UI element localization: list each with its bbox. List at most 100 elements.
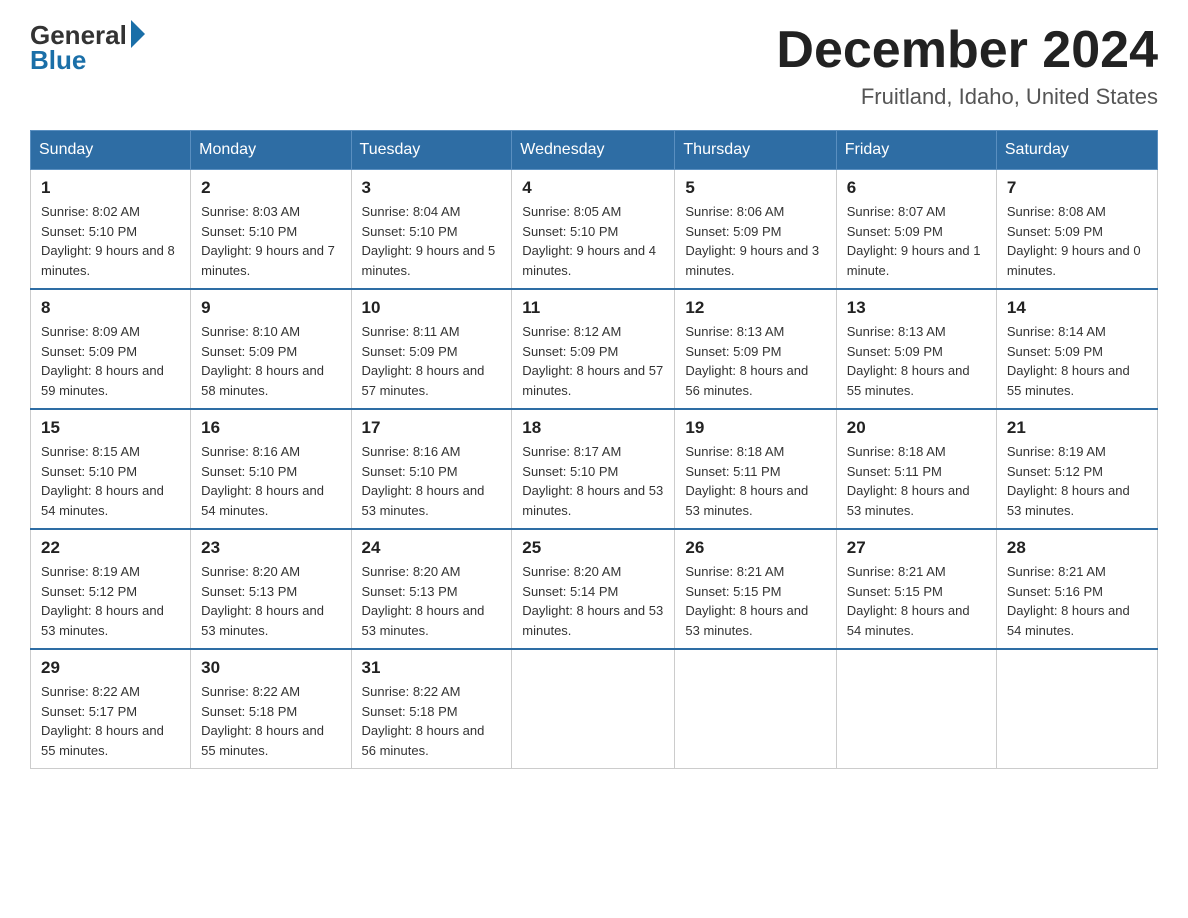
calendar-cell bbox=[512, 649, 675, 769]
calendar-cell: 12 Sunrise: 8:13 AMSunset: 5:09 PMDaylig… bbox=[675, 289, 836, 409]
column-header-tuesday: Tuesday bbox=[351, 131, 512, 170]
day-number: 27 bbox=[847, 538, 986, 558]
day-info: Sunrise: 8:15 AMSunset: 5:10 PMDaylight:… bbox=[41, 444, 164, 518]
title-section: December 2024 Fruitland, Idaho, United S… bbox=[776, 20, 1158, 110]
calendar-table: SundayMondayTuesdayWednesdayThursdayFrid… bbox=[30, 130, 1158, 769]
calendar-week-row: 22 Sunrise: 8:19 AMSunset: 5:12 PMDaylig… bbox=[31, 529, 1158, 649]
day-info: Sunrise: 8:04 AMSunset: 5:10 PMDaylight:… bbox=[362, 204, 496, 278]
calendar-cell bbox=[675, 649, 836, 769]
day-info: Sunrise: 8:06 AMSunset: 5:09 PMDaylight:… bbox=[685, 204, 819, 278]
day-info: Sunrise: 8:13 AMSunset: 5:09 PMDaylight:… bbox=[685, 324, 808, 398]
calendar-cell: 24 Sunrise: 8:20 AMSunset: 5:13 PMDaylig… bbox=[351, 529, 512, 649]
logo: General Blue bbox=[30, 20, 145, 76]
location-title: Fruitland, Idaho, United States bbox=[776, 84, 1158, 110]
day-info: Sunrise: 8:02 AMSunset: 5:10 PMDaylight:… bbox=[41, 204, 175, 278]
calendar-cell: 27 Sunrise: 8:21 AMSunset: 5:15 PMDaylig… bbox=[836, 529, 996, 649]
day-info: Sunrise: 8:07 AMSunset: 5:09 PMDaylight:… bbox=[847, 204, 981, 278]
day-info: Sunrise: 8:21 AMSunset: 5:15 PMDaylight:… bbox=[847, 564, 970, 638]
page-header: General Blue December 2024 Fruitland, Id… bbox=[30, 20, 1158, 110]
column-header-monday: Monday bbox=[191, 131, 351, 170]
day-info: Sunrise: 8:16 AMSunset: 5:10 PMDaylight:… bbox=[201, 444, 324, 518]
day-info: Sunrise: 8:21 AMSunset: 5:16 PMDaylight:… bbox=[1007, 564, 1130, 638]
day-number: 24 bbox=[362, 538, 502, 558]
day-number: 31 bbox=[362, 658, 502, 678]
calendar-cell: 29 Sunrise: 8:22 AMSunset: 5:17 PMDaylig… bbox=[31, 649, 191, 769]
calendar-cell: 11 Sunrise: 8:12 AMSunset: 5:09 PMDaylig… bbox=[512, 289, 675, 409]
calendar-cell: 1 Sunrise: 8:02 AMSunset: 5:10 PMDayligh… bbox=[31, 170, 191, 290]
logo-blue-text: Blue bbox=[30, 45, 86, 76]
day-number: 22 bbox=[41, 538, 180, 558]
calendar-cell: 22 Sunrise: 8:19 AMSunset: 5:12 PMDaylig… bbox=[31, 529, 191, 649]
day-info: Sunrise: 8:19 AMSunset: 5:12 PMDaylight:… bbox=[1007, 444, 1130, 518]
day-number: 4 bbox=[522, 178, 664, 198]
day-number: 26 bbox=[685, 538, 825, 558]
day-number: 14 bbox=[1007, 298, 1147, 318]
calendar-cell: 28 Sunrise: 8:21 AMSunset: 5:16 PMDaylig… bbox=[996, 529, 1157, 649]
calendar-cell: 25 Sunrise: 8:20 AMSunset: 5:14 PMDaylig… bbox=[512, 529, 675, 649]
calendar-cell: 9 Sunrise: 8:10 AMSunset: 5:09 PMDayligh… bbox=[191, 289, 351, 409]
calendar-cell: 7 Sunrise: 8:08 AMSunset: 5:09 PMDayligh… bbox=[996, 170, 1157, 290]
day-number: 3 bbox=[362, 178, 502, 198]
calendar-cell: 4 Sunrise: 8:05 AMSunset: 5:10 PMDayligh… bbox=[512, 170, 675, 290]
calendar-cell: 26 Sunrise: 8:21 AMSunset: 5:15 PMDaylig… bbox=[675, 529, 836, 649]
day-info: Sunrise: 8:19 AMSunset: 5:12 PMDaylight:… bbox=[41, 564, 164, 638]
day-info: Sunrise: 8:12 AMSunset: 5:09 PMDaylight:… bbox=[522, 324, 663, 398]
day-info: Sunrise: 8:22 AMSunset: 5:18 PMDaylight:… bbox=[201, 684, 324, 758]
day-info: Sunrise: 8:16 AMSunset: 5:10 PMDaylight:… bbox=[362, 444, 485, 518]
day-info: Sunrise: 8:20 AMSunset: 5:13 PMDaylight:… bbox=[201, 564, 324, 638]
calendar-cell: 19 Sunrise: 8:18 AMSunset: 5:11 PMDaylig… bbox=[675, 409, 836, 529]
day-number: 9 bbox=[201, 298, 340, 318]
day-info: Sunrise: 8:22 AMSunset: 5:17 PMDaylight:… bbox=[41, 684, 164, 758]
column-header-thursday: Thursday bbox=[675, 131, 836, 170]
day-info: Sunrise: 8:18 AMSunset: 5:11 PMDaylight:… bbox=[685, 444, 808, 518]
calendar-cell: 17 Sunrise: 8:16 AMSunset: 5:10 PMDaylig… bbox=[351, 409, 512, 529]
day-number: 8 bbox=[41, 298, 180, 318]
day-info: Sunrise: 8:03 AMSunset: 5:10 PMDaylight:… bbox=[201, 204, 335, 278]
day-number: 18 bbox=[522, 418, 664, 438]
calendar-cell: 8 Sunrise: 8:09 AMSunset: 5:09 PMDayligh… bbox=[31, 289, 191, 409]
column-header-friday: Friday bbox=[836, 131, 996, 170]
day-info: Sunrise: 8:22 AMSunset: 5:18 PMDaylight:… bbox=[362, 684, 485, 758]
day-number: 16 bbox=[201, 418, 340, 438]
calendar-cell bbox=[996, 649, 1157, 769]
day-number: 7 bbox=[1007, 178, 1147, 198]
calendar-cell: 16 Sunrise: 8:16 AMSunset: 5:10 PMDaylig… bbox=[191, 409, 351, 529]
day-number: 12 bbox=[685, 298, 825, 318]
logo-arrow-icon bbox=[131, 20, 145, 48]
month-title: December 2024 bbox=[776, 20, 1158, 80]
day-number: 10 bbox=[362, 298, 502, 318]
day-info: Sunrise: 8:11 AMSunset: 5:09 PMDaylight:… bbox=[362, 324, 485, 398]
day-info: Sunrise: 8:18 AMSunset: 5:11 PMDaylight:… bbox=[847, 444, 970, 518]
calendar-cell: 14 Sunrise: 8:14 AMSunset: 5:09 PMDaylig… bbox=[996, 289, 1157, 409]
day-info: Sunrise: 8:05 AMSunset: 5:10 PMDaylight:… bbox=[522, 204, 656, 278]
day-info: Sunrise: 8:09 AMSunset: 5:09 PMDaylight:… bbox=[41, 324, 164, 398]
column-header-sunday: Sunday bbox=[31, 131, 191, 170]
day-number: 13 bbox=[847, 298, 986, 318]
column-header-saturday: Saturday bbox=[996, 131, 1157, 170]
day-number: 17 bbox=[362, 418, 502, 438]
calendar-week-row: 29 Sunrise: 8:22 AMSunset: 5:17 PMDaylig… bbox=[31, 649, 1158, 769]
day-info: Sunrise: 8:17 AMSunset: 5:10 PMDaylight:… bbox=[522, 444, 663, 518]
day-info: Sunrise: 8:13 AMSunset: 5:09 PMDaylight:… bbox=[847, 324, 970, 398]
day-number: 25 bbox=[522, 538, 664, 558]
calendar-cell: 10 Sunrise: 8:11 AMSunset: 5:09 PMDaylig… bbox=[351, 289, 512, 409]
day-number: 23 bbox=[201, 538, 340, 558]
calendar-cell: 30 Sunrise: 8:22 AMSunset: 5:18 PMDaylig… bbox=[191, 649, 351, 769]
calendar-cell bbox=[836, 649, 996, 769]
day-number: 21 bbox=[1007, 418, 1147, 438]
calendar-cell: 3 Sunrise: 8:04 AMSunset: 5:10 PMDayligh… bbox=[351, 170, 512, 290]
day-number: 2 bbox=[201, 178, 340, 198]
day-number: 1 bbox=[41, 178, 180, 198]
day-number: 30 bbox=[201, 658, 340, 678]
calendar-header-row: SundayMondayTuesdayWednesdayThursdayFrid… bbox=[31, 131, 1158, 170]
day-info: Sunrise: 8:10 AMSunset: 5:09 PMDaylight:… bbox=[201, 324, 324, 398]
calendar-week-row: 15 Sunrise: 8:15 AMSunset: 5:10 PMDaylig… bbox=[31, 409, 1158, 529]
calendar-cell: 15 Sunrise: 8:15 AMSunset: 5:10 PMDaylig… bbox=[31, 409, 191, 529]
calendar-cell: 21 Sunrise: 8:19 AMSunset: 5:12 PMDaylig… bbox=[996, 409, 1157, 529]
day-number: 20 bbox=[847, 418, 986, 438]
day-number: 11 bbox=[522, 298, 664, 318]
day-info: Sunrise: 8:20 AMSunset: 5:14 PMDaylight:… bbox=[522, 564, 663, 638]
day-number: 19 bbox=[685, 418, 825, 438]
calendar-cell: 23 Sunrise: 8:20 AMSunset: 5:13 PMDaylig… bbox=[191, 529, 351, 649]
calendar-cell: 13 Sunrise: 8:13 AMSunset: 5:09 PMDaylig… bbox=[836, 289, 996, 409]
